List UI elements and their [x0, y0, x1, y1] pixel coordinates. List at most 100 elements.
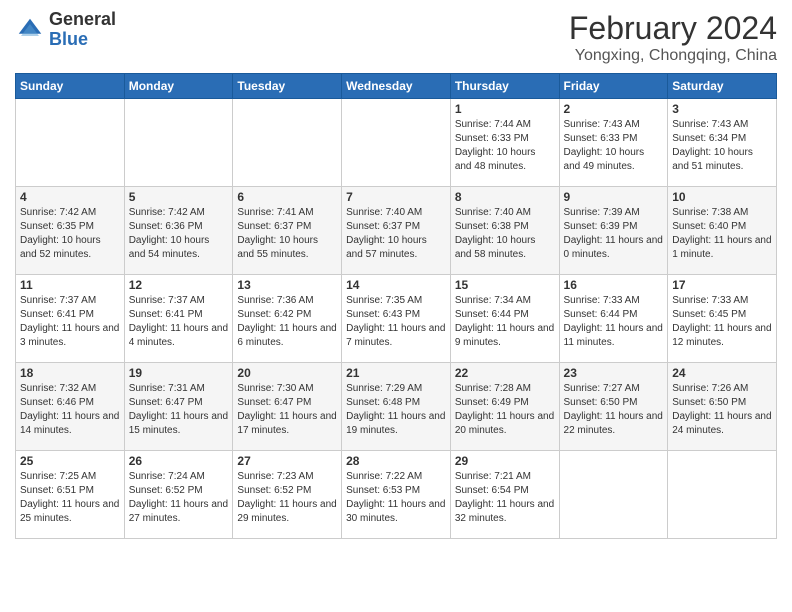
day-info-10: Sunrise: 7:38 AM Sunset: 6:40 PM Dayligh… — [672, 206, 772, 262]
cell-4-6 — [668, 451, 777, 539]
day-number-18: 18 — [20, 366, 120, 380]
day-number-15: 15 — [455, 278, 555, 292]
day-number-10: 10 — [672, 190, 772, 204]
header-row: SundayMondayTuesdayWednesdayThursdayFrid… — [16, 74, 777, 99]
day-number-17: 17 — [672, 278, 772, 292]
cell-1-5: 9 Sunrise: 7:39 AM Sunset: 6:39 PM Daylig… — [559, 187, 668, 275]
day-info-23: Sunrise: 7:27 AM Sunset: 6:50 PM Dayligh… — [564, 382, 664, 438]
logo-text: General Blue — [49, 10, 116, 50]
cell-2-2: 13 Sunrise: 7:36 AM Sunset: 6:42 PM Dayli… — [233, 275, 342, 363]
week-row-1: 4Sunrise: 7:42 AM Sunset: 6:35 PM Daylig… — [16, 187, 777, 275]
header-thursday: Thursday — [450, 74, 559, 99]
day-number-21: 21 — [346, 366, 446, 380]
day-info-21: Sunrise: 7:29 AM Sunset: 6:48 PM Dayligh… — [346, 382, 446, 438]
cell-2-4: 15Sunrise: 7:34 AM Sunset: 6:44 PM Dayli… — [450, 275, 559, 363]
day-info-6: Sunrise: 7:41 AM Sunset: 6:37 PM Dayligh… — [237, 206, 337, 262]
logo-blue: Blue — [49, 29, 88, 49]
week-row-2: 11 Sunrise: 7:37 AM Sunset: 6:41 PM Dayli… — [16, 275, 777, 363]
day-number-11: 11 — [20, 278, 120, 292]
day-info-20: Sunrise: 7:30 AM Sunset: 6:47 PM Dayligh… — [237, 382, 337, 438]
day-info-11: Sunrise: 7:37 AM Sunset: 6:41 PM Dayligh… — [20, 294, 120, 350]
month-title: February 2024 — [569, 10, 777, 47]
day-number-20: 20 — [237, 366, 337, 380]
cell-0-6: 3Sunrise: 7:43 AM Sunset: 6:34 PM Daylig… — [668, 99, 777, 187]
cell-0-2 — [233, 99, 342, 187]
cell-2-0: 11 Sunrise: 7:37 AM Sunset: 6:41 PM Dayli… — [16, 275, 125, 363]
cell-4-2: 27 Sunrise: 7:23 AM Sunset: 6:52 PM Dayli… — [233, 451, 342, 539]
day-info-7: Sunrise: 7:40 AM Sunset: 6:37 PM Dayligh… — [346, 206, 446, 262]
day-number-14: 14 — [346, 278, 446, 292]
day-info-9: Sunrise: 7:39 AM Sunset: 6:39 PM Dayligh… — [564, 206, 664, 262]
day-info-22: Sunrise: 7:28 AM Sunset: 6:49 PM Dayligh… — [455, 382, 555, 438]
logo: General Blue — [15, 10, 116, 50]
cell-2-5: 16 Sunrise: 7:33 AM Sunset: 6:44 PM Dayli… — [559, 275, 668, 363]
day-number-6: 6 — [237, 190, 337, 204]
cell-3-4: 22 Sunrise: 7:28 AM Sunset: 6:49 PM Dayli… — [450, 363, 559, 451]
day-info-19: Sunrise: 7:31 AM Sunset: 6:47 PM Dayligh… — [129, 382, 229, 438]
day-number-26: 26 — [129, 454, 229, 468]
day-number-7: 7 — [346, 190, 446, 204]
day-info-27: Sunrise: 7:23 AM Sunset: 6:52 PM Dayligh… — [237, 470, 337, 526]
day-number-8: 8 — [455, 190, 555, 204]
cell-4-0: 25Sunrise: 7:25 AM Sunset: 6:51 PM Dayli… — [16, 451, 125, 539]
header-tuesday: Tuesday — [233, 74, 342, 99]
day-number-16: 16 — [564, 278, 664, 292]
day-info-5: Sunrise: 7:42 AM Sunset: 6:36 PM Dayligh… — [129, 206, 229, 262]
day-number-13: 13 — [237, 278, 337, 292]
cell-3-0: 18Sunrise: 7:32 AM Sunset: 6:46 PM Dayli… — [16, 363, 125, 451]
cell-3-3: 21 Sunrise: 7:29 AM Sunset: 6:48 PM Dayli… — [342, 363, 451, 451]
cell-0-1 — [124, 99, 233, 187]
day-number-22: 22 — [455, 366, 555, 380]
header-saturday: Saturday — [668, 74, 777, 99]
day-info-26: Sunrise: 7:24 AM Sunset: 6:52 PM Dayligh… — [129, 470, 229, 526]
day-number-29: 29 — [455, 454, 555, 468]
day-number-27: 27 — [237, 454, 337, 468]
cell-3-6: 24 Sunrise: 7:26 AM Sunset: 6:50 PM Dayli… — [668, 363, 777, 451]
day-number-5: 5 — [129, 190, 229, 204]
day-info-1: Sunrise: 7:44 AM Sunset: 6:33 PM Dayligh… — [455, 118, 555, 174]
day-info-2: Sunrise: 7:43 AM Sunset: 6:33 PM Dayligh… — [564, 118, 664, 174]
day-info-4: Sunrise: 7:42 AM Sunset: 6:35 PM Dayligh… — [20, 206, 120, 262]
day-info-28: Sunrise: 7:22 AM Sunset: 6:53 PM Dayligh… — [346, 470, 446, 526]
day-info-3: Sunrise: 7:43 AM Sunset: 6:34 PM Dayligh… — [672, 118, 772, 174]
day-number-24: 24 — [672, 366, 772, 380]
header-wednesday: Wednesday — [342, 74, 451, 99]
cell-4-4: 29Sunrise: 7:21 AM Sunset: 6:54 PM Dayli… — [450, 451, 559, 539]
cell-2-6: 17 Sunrise: 7:33 AM Sunset: 6:45 PM Dayli… — [668, 275, 777, 363]
week-row-3: 18Sunrise: 7:32 AM Sunset: 6:46 PM Dayli… — [16, 363, 777, 451]
cell-0-4: 1Sunrise: 7:44 AM Sunset: 6:33 PM Daylig… — [450, 99, 559, 187]
calendar-body: 1Sunrise: 7:44 AM Sunset: 6:33 PM Daylig… — [16, 99, 777, 539]
day-info-17: Sunrise: 7:33 AM Sunset: 6:45 PM Dayligh… — [672, 294, 772, 350]
day-info-14: Sunrise: 7:35 AM Sunset: 6:43 PM Dayligh… — [346, 294, 446, 350]
logo-icon — [15, 15, 45, 45]
day-info-16: Sunrise: 7:33 AM Sunset: 6:44 PM Dayligh… — [564, 294, 664, 350]
cell-1-4: 8Sunrise: 7:40 AM Sunset: 6:38 PM Daylig… — [450, 187, 559, 275]
cell-0-0 — [16, 99, 125, 187]
cell-0-3 — [342, 99, 451, 187]
day-number-12: 12 — [129, 278, 229, 292]
cell-1-6: 10 Sunrise: 7:38 AM Sunset: 6:40 PM Dayli… — [668, 187, 777, 275]
cell-3-5: 23Sunrise: 7:27 AM Sunset: 6:50 PM Dayli… — [559, 363, 668, 451]
header-sunday: Sunday — [16, 74, 125, 99]
calendar: SundayMondayTuesdayWednesdayThursdayFrid… — [15, 73, 777, 539]
cell-4-3: 28 Sunrise: 7:22 AM Sunset: 6:53 PM Dayli… — [342, 451, 451, 539]
day-number-19: 19 — [129, 366, 229, 380]
cell-4-1: 26 Sunrise: 7:24 AM Sunset: 6:52 PM Dayli… — [124, 451, 233, 539]
calendar-header: SundayMondayTuesdayWednesdayThursdayFrid… — [16, 74, 777, 99]
cell-3-2: 20 Sunrise: 7:30 AM Sunset: 6:47 PM Dayli… — [233, 363, 342, 451]
location: Yongxing, Chongqing, China — [569, 47, 777, 65]
cell-1-3: 7 Sunrise: 7:40 AM Sunset: 6:37 PM Daylig… — [342, 187, 451, 275]
cell-4-5 — [559, 451, 668, 539]
day-info-24: Sunrise: 7:26 AM Sunset: 6:50 PM Dayligh… — [672, 382, 772, 438]
cell-1-0: 4Sunrise: 7:42 AM Sunset: 6:35 PM Daylig… — [16, 187, 125, 275]
cell-3-1: 19 Sunrise: 7:31 AM Sunset: 6:47 PM Dayli… — [124, 363, 233, 451]
header-monday: Monday — [124, 74, 233, 99]
cell-1-1: 5 Sunrise: 7:42 AM Sunset: 6:36 PM Daylig… — [124, 187, 233, 275]
day-number-25: 25 — [20, 454, 120, 468]
day-number-28: 28 — [346, 454, 446, 468]
day-number-9: 9 — [564, 190, 664, 204]
day-number-2: 2 — [564, 102, 664, 116]
cell-0-5: 2 Sunrise: 7:43 AM Sunset: 6:33 PM Daylig… — [559, 99, 668, 187]
day-info-13: Sunrise: 7:36 AM Sunset: 6:42 PM Dayligh… — [237, 294, 337, 350]
week-row-4: 25Sunrise: 7:25 AM Sunset: 6:51 PM Dayli… — [16, 451, 777, 539]
